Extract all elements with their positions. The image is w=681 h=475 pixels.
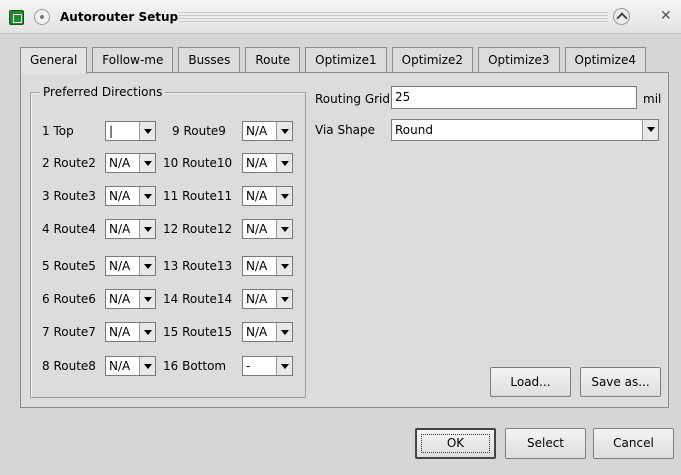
direction-select[interactable]: N/A [105, 153, 156, 173]
tab-general[interactable]: General [20, 47, 88, 74]
load-button[interactable]: Load... [490, 367, 571, 397]
via-shape-label: Via Shape [315, 123, 376, 137]
direction-select[interactable]: N/A [105, 289, 156, 309]
window-title: Autorouter Setup [60, 10, 179, 24]
autorouter-setup-window: Autorouter Setup ✕ General Follow-me Bus… [0, 0, 681, 475]
layer-label: 2 Route2 [42, 156, 96, 170]
chevron-down-icon [276, 357, 292, 375]
direction-select[interactable]: N/A [105, 219, 156, 239]
direction-select[interactable]: N/A [242, 153, 293, 173]
layer-label: 10 Route10 [163, 156, 233, 170]
tab-optimize1[interactable]: Optimize1 [305, 47, 387, 72]
chevron-down-icon [276, 290, 292, 308]
routing-grid-unit: mil [643, 92, 662, 106]
routing-grid-input[interactable]: 25 [391, 86, 637, 109]
direction-select[interactable]: N/A [242, 186, 293, 206]
focus-outline [421, 434, 490, 453]
chevron-down-icon [276, 257, 292, 275]
chevron-down-icon [139, 154, 155, 172]
layer-label: 14 Route14 [163, 292, 233, 306]
layer-label: 4 Route4 [42, 222, 96, 236]
layer-label: 3 Route3 [42, 189, 96, 203]
direction-select[interactable]: | [105, 121, 156, 141]
chevron-down-icon [642, 120, 658, 140]
direction-select[interactable]: N/A [242, 322, 293, 342]
layer-label: 1 Top [42, 124, 74, 138]
tab-bar: General Follow-me Busses Route Optimize1… [20, 47, 651, 74]
chevron-down-icon [139, 220, 155, 238]
chevron-down-icon [139, 257, 155, 275]
close-button[interactable]: ✕ [660, 8, 672, 24]
tab-busses[interactable]: Busses [178, 47, 241, 72]
tab-optimize4[interactable]: Optimize4 [564, 47, 646, 72]
cancel-button[interactable]: Cancel [593, 428, 674, 459]
direction-select[interactable]: N/A [105, 322, 156, 342]
layer-label: 9 Route9 [172, 124, 226, 138]
direction-select[interactable]: N/A [105, 186, 156, 206]
title-bar-grip [178, 12, 608, 22]
layer-label: 5 Route5 [42, 259, 96, 273]
chevron-down-icon [276, 187, 292, 205]
chevron-down-icon [139, 323, 155, 341]
layer-label: 8 Route8 [42, 359, 96, 373]
maximize-button[interactable] [613, 8, 630, 25]
direction-select[interactable]: N/A [242, 219, 293, 239]
chevron-down-icon [276, 323, 292, 341]
chevron-down-icon [139, 357, 155, 375]
save-as-button[interactable]: Save as... [580, 367, 661, 397]
direction-select[interactable]: N/A [242, 256, 293, 276]
chevron-down-icon [276, 122, 292, 140]
direction-select[interactable]: N/A [242, 289, 293, 309]
app-icon [9, 10, 24, 25]
tab-optimize2[interactable]: Optimize2 [391, 47, 474, 72]
preferred-directions-title: Preferred Directions [40, 85, 166, 99]
chevron-down-icon [139, 122, 155, 140]
direction-select[interactable]: - [242, 356, 293, 376]
layer-label: 12 Route12 [163, 222, 233, 236]
chevron-down-icon [276, 220, 292, 238]
ok-button[interactable]: OK [415, 428, 496, 459]
layer-label: 11 Route11 [163, 189, 233, 203]
routing-grid-label: Routing Grid [315, 92, 391, 106]
direction-select[interactable]: N/A [105, 256, 156, 276]
layer-label: 6 Route6 [42, 292, 96, 306]
via-shape-select[interactable]: Round [391, 119, 659, 141]
layer-label: 13 Route13 [163, 259, 233, 273]
select-button[interactable]: Select [505, 428, 586, 459]
tab-route[interactable]: Route [245, 47, 301, 72]
chevron-down-icon [139, 290, 155, 308]
direction-select[interactable]: N/A [105, 356, 156, 376]
layer-label: 16 Bottom [163, 359, 227, 373]
chevron-down-icon [276, 154, 292, 172]
tab-optimize3[interactable]: Optimize3 [478, 47, 560, 72]
title-bar: Autorouter Setup ✕ [0, 0, 681, 34]
window-menu-button[interactable] [34, 9, 50, 25]
direction-select[interactable]: N/A [242, 121, 293, 141]
tab-follow-me[interactable]: Follow-me [92, 47, 174, 72]
chevron-down-icon [139, 187, 155, 205]
layer-label: 7 Route7 [42, 325, 96, 339]
layer-label: 15 Route15 [163, 325, 233, 339]
